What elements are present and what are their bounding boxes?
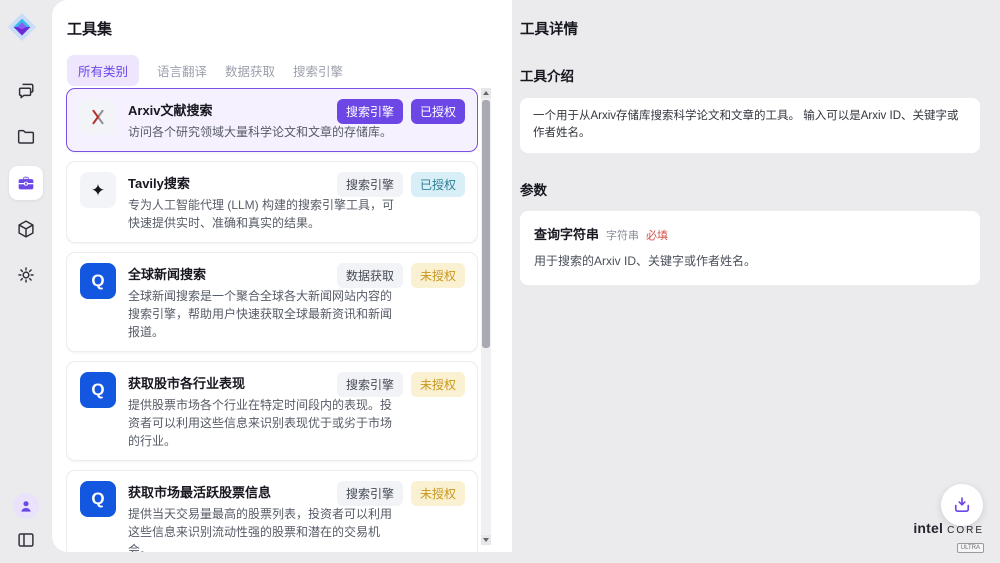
intro-heading: 工具介绍 [520, 65, 980, 85]
param-name: 查询字符串 [534, 224, 599, 243]
parameter-card: 查询字符串 字符串 必填 用于搜索的Arxiv ID、关键字或作者姓名。 [520, 211, 980, 285]
tool-name: Tavily搜索 [128, 173, 314, 192]
category-badge: 搜索引擎 [337, 372, 403, 397]
nav-folder-icon[interactable] [15, 126, 37, 148]
auth-status-badge: 未授权 [411, 481, 465, 506]
user-avatar[interactable] [13, 493, 39, 519]
tool-list-panel: 工具集 所有类别 语言翻译 数据获取 搜索引擎 Arxiv文献搜索 访问各个研究… [52, 0, 512, 552]
tab-data-acquisition[interactable]: 数据获取 [225, 55, 275, 86]
list-scrollbar[interactable] [481, 88, 491, 545]
nav-settings-icon[interactable] [15, 264, 37, 286]
auth-status-badge: 未授权 [411, 372, 465, 397]
tool-desc: 提供当天交易量最高的股票列表，投资者可以利用这些信息来识别流动性强的股票和潜在的… [128, 505, 396, 552]
nav-package-icon[interactable] [15, 218, 37, 240]
stock-q-icon: Q [80, 372, 116, 408]
param-desc: 用于搜索的Arxiv ID、关键字或作者姓名。 [534, 252, 966, 269]
sidebar-toggle-icon[interactable] [15, 529, 37, 551]
tool-name: Arxiv文献搜索 [128, 100, 314, 119]
param-required-flag: 必填 [646, 227, 668, 243]
tool-name: 获取市场最活跃股票信息 [128, 482, 314, 501]
category-badge: 搜索引擎 [337, 172, 403, 197]
tool-card-arxiv[interactable]: Arxiv文献搜索 访问各个研究领域大量科学论文和文章的存储库。 搜索引擎 已授… [66, 88, 478, 152]
rail-bottom [9, 493, 43, 551]
core-wordmark: core [947, 520, 984, 536]
ultra-badge: ULTRA [957, 543, 984, 553]
rail-nav [9, 80, 43, 286]
tool-desc: 专为人工智能代理 (LLM) 构建的搜索引擎工具，可快速提供实时、准确和真实的结… [128, 196, 396, 232]
download-icon [951, 494, 973, 516]
param-type: 字符串 [606, 227, 639, 243]
tool-card-global-news[interactable]: Q 全球新闻搜索 全球新闻搜索是一个聚合全球各大新闻网站内容的搜索引擎，帮助用户… [66, 252, 478, 352]
params-heading: 参数 [520, 179, 980, 199]
tab-language-translation[interactable]: 语言翻译 [157, 55, 207, 86]
nav-chat-icon[interactable] [15, 80, 37, 102]
intel-wordmark: intel [913, 520, 943, 536]
tool-card-tavily[interactable]: ✦ Tavily搜索 专为人工智能代理 (LLM) 构建的搜索引擎工具，可快速提… [66, 161, 478, 243]
intro-text: 一个用于从Arxiv存储库搜索科学论文和文章的工具。 输入可以是Arxiv ID… [520, 98, 980, 153]
stock-q-icon: Q [80, 481, 116, 517]
detail-title: 工具详情 [520, 18, 980, 39]
tool-card-sector-performance[interactable]: Q 获取股市各行业表现 提供股票市场各个行业在特定时间段内的表现。投资者可以利用… [66, 361, 478, 461]
category-tabs: 所有类别 语言翻译 数据获取 搜索引擎 [67, 55, 343, 86]
news-q-icon: Q [80, 263, 116, 299]
tool-card-most-active-stocks[interactable]: Q 获取市场最活跃股票信息 提供当天交易量最高的股票列表，投资者可以利用这些信息… [66, 470, 478, 552]
tool-name: 获取股市各行业表现 [128, 373, 314, 392]
tab-search-engine[interactable]: 搜索引擎 [293, 55, 343, 86]
arxiv-logo-icon [80, 99, 116, 135]
tool-list: Arxiv文献搜索 访问各个研究领域大量科学论文和文章的存储库。 搜索引擎 已授… [66, 88, 478, 552]
left-rail [0, 0, 52, 563]
auth-status-badge: 未授权 [411, 263, 465, 288]
auth-status-badge: 已授权 [411, 172, 465, 197]
category-badge: 搜索引擎 [337, 99, 403, 124]
tool-desc: 提供股票市场各个行业在特定时间段内的表现。投资者可以利用这些信息来识别表现优于或… [128, 396, 396, 450]
scroll-up-arrow-icon[interactable] [481, 88, 491, 98]
tavily-star-icon: ✦ [80, 172, 116, 208]
category-badge: 搜索引擎 [337, 481, 403, 506]
category-badge: 数据获取 [337, 263, 403, 288]
app-logo-icon[interactable] [7, 12, 37, 42]
tool-desc: 全球新闻搜索是一个聚合全球各大新闻网站内容的搜索引擎，帮助用户快速获取全球最新资… [128, 287, 396, 341]
scroll-down-arrow-icon[interactable] [481, 535, 491, 545]
tool-name: 全球新闻搜索 [128, 264, 314, 283]
scrollbar-thumb[interactable] [482, 100, 490, 348]
auth-status-badge: 已授权 [411, 99, 465, 124]
intel-core-logo: intelcore ULTRA [913, 520, 984, 554]
tab-all-categories[interactable]: 所有类别 [67, 55, 139, 86]
tool-desc: 访问各个研究领域大量科学论文和文章的存储库。 [128, 123, 396, 141]
page-title: 工具集 [67, 18, 112, 39]
nav-toolbox-icon[interactable] [9, 166, 43, 200]
tool-detail-panel: 工具详情 工具介绍 一个用于从Arxiv存储库搜索科学论文和文章的工具。 输入可… [520, 0, 980, 285]
